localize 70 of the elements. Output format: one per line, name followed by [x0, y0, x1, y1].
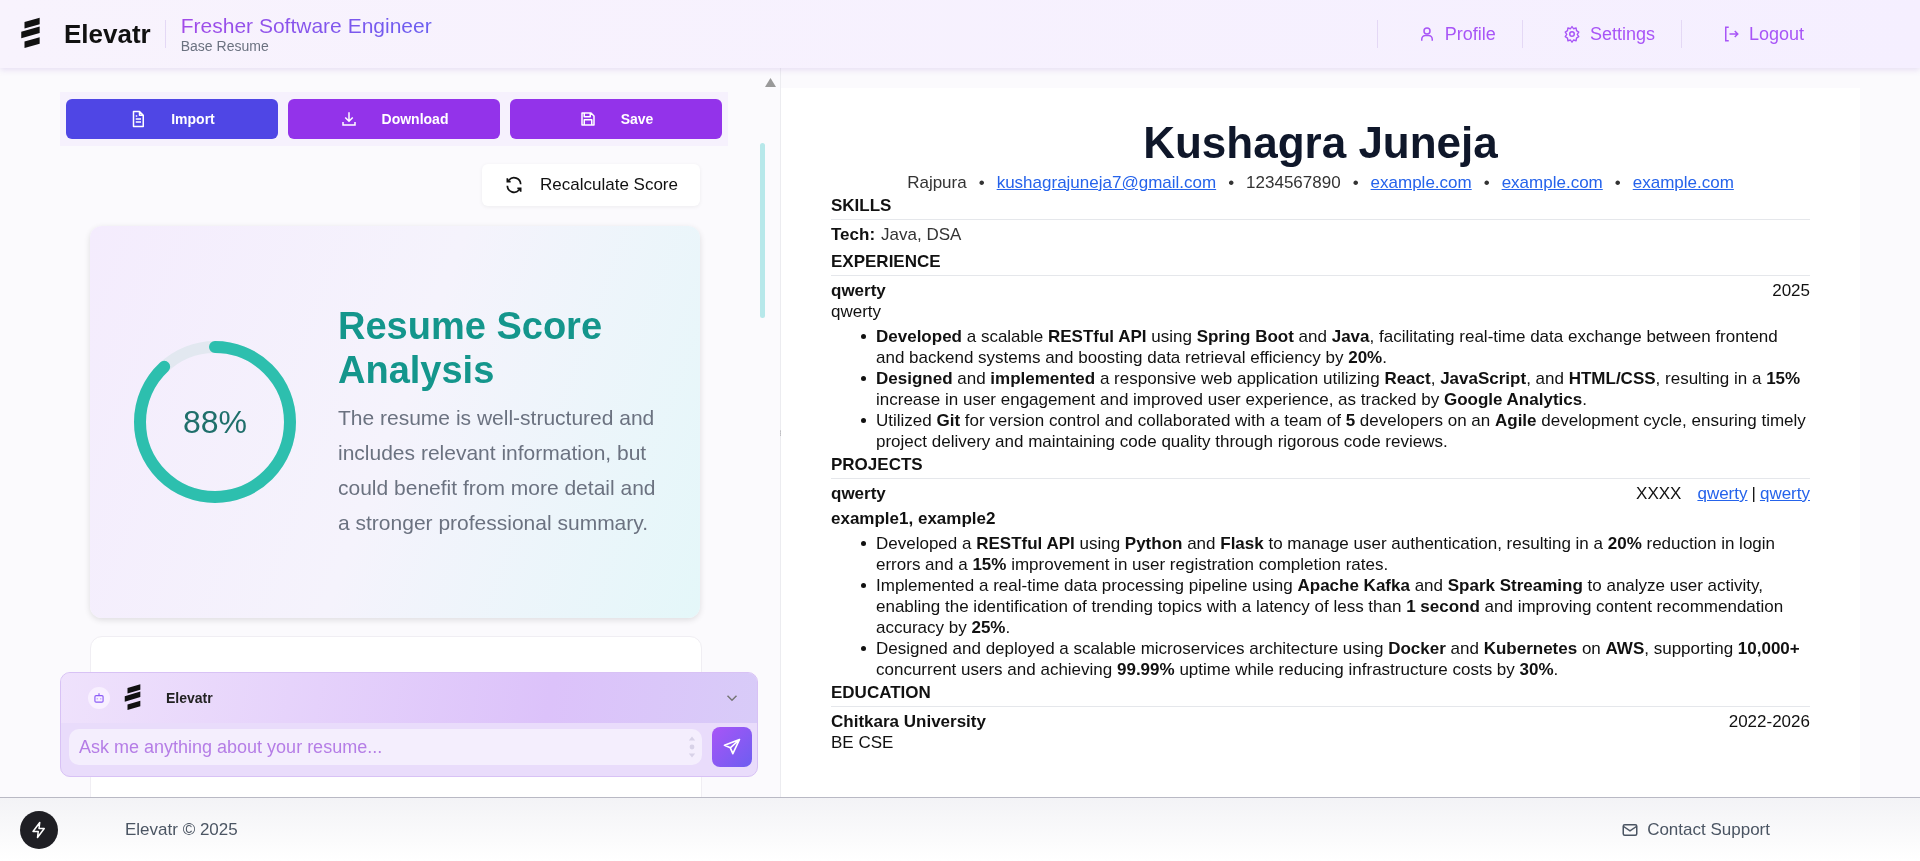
- entry-subtitle: qwerty: [831, 301, 883, 322]
- section-heading: EXPERIENCE: [831, 251, 1810, 276]
- skill-list: Java, DSA: [881, 224, 962, 245]
- contact-support-link[interactable]: Contact Support: [1621, 819, 1770, 840]
- score-value: 88%: [182, 403, 247, 441]
- assistant-name: Elevatr: [166, 690, 214, 706]
- nav-link[interactable]: Settings: [1536, 23, 1681, 45]
- candidate-name: Kushagra Juneja: [1142, 118, 1499, 168]
- contact-link[interactable]: example.com: [1370, 172, 1472, 193]
- separator: •: [1352, 172, 1359, 193]
- score-summary: The resume is well-structured and includes relevant information, but could benefit from more detail and a stronger professional summary.: [338, 405, 657, 536]
- chat-input[interactable]: Ask me anything about your resume...: [69, 729, 702, 765]
- bullet-text: Utilized Git for version control and collaborated with a team of 5 developers on an Agile development cycle, ensuring timely project delivery and maintaining code quality through rigorous code reviews.: [876, 410, 1807, 452]
- bullet-text: Designed and deployed a scalable microservices architecture using Docker and Kubernetes on AWS, supporting 10,000+ concurrent users and achieving 99.99% uptime while reducing infrastructure costs by 30%.: [876, 638, 1801, 680]
- skill-label: Tech:: [831, 224, 876, 245]
- bullet-icon: [861, 376, 866, 381]
- save-icon: [578, 110, 597, 128]
- entry-date: XXXX: [1636, 483, 1682, 504]
- entry-date: 2025: [1772, 280, 1810, 301]
- bullet-text: Developed a scalable RESTful API using Spring Boot and Java, facilitating real-time data exchange between frontend and backend systems and boosting data retrieval efficiency by 20%.: [876, 326, 1779, 368]
- refresh-icon: [504, 175, 525, 195]
- entry-subtitle: example1, example2: [831, 508, 997, 529]
- entry-title: Chitkara University: [831, 711, 986, 732]
- contact-text: Rajpura: [907, 172, 967, 193]
- scroll-arrows-icon: [688, 734, 696, 760]
- save-button[interactable]: Save: [510, 99, 722, 139]
- bullet-text: Designed and implemented a responsive web application utilizing React, JavaScript, and HTML/CSS, resulting in a 15% increase in user engagement and improved user experience, as tracked by Google Analytics.: [876, 368, 1802, 410]
- project-link[interactable]: qwerty: [1697, 483, 1748, 504]
- app-name[interactable]: Elevatr: [64, 18, 151, 50]
- contact-link[interactable]: kushagrajuneja7@gmail.com: [996, 172, 1217, 193]
- bullet-text: Implemented a real-time data processing pipeline using Apache Kafka and Spark Streaming to analyze user activity, enabling the identification of trending topics with a latency of less than 1 second and improving content recommendation accuracy by 25%.: [876, 575, 1785, 638]
- bullet-icon: [861, 583, 866, 588]
- separator: •: [1614, 172, 1621, 193]
- import-button[interactable]: Import: [66, 99, 278, 139]
- download-button[interactable]: Download: [288, 99, 500, 139]
- entry-date: 2022-2026: [1728, 711, 1810, 732]
- settings-icon: [1562, 25, 1581, 43]
- bullet-icon: [861, 418, 866, 423]
- separator: •: [1483, 172, 1490, 193]
- separator: •: [978, 172, 985, 193]
- entry-title: qwerty: [831, 280, 886, 301]
- resume-subtitle: Base Resume: [180, 38, 270, 54]
- contact-text: 1234567890: [1246, 172, 1341, 193]
- bullet-icon: [861, 334, 866, 339]
- project-link[interactable]: qwerty: [1759, 483, 1810, 504]
- entry-subtitle: BE CSE: [831, 732, 895, 753]
- entry-title: qwerty: [831, 483, 886, 504]
- section-heading: EDUCATION: [831, 682, 1810, 707]
- section-heading: PROJECTS: [831, 454, 1810, 479]
- nav-link[interactable]: Profile: [1391, 23, 1522, 45]
- lightning-icon: [30, 820, 48, 839]
- quick-action-button[interactable]: [20, 810, 58, 849]
- scroll-thumb[interactable]: [760, 143, 765, 318]
- bullet-icon: [861, 646, 866, 651]
- bullet-icon: [861, 541, 866, 546]
- separator: •: [1228, 172, 1235, 193]
- bullet-text: Developed a RESTful API using Python and Flask to manage user authentication, resulting in a 20% reduction in login errors and a 15% improvement in user registration completion rates.: [876, 533, 1777, 575]
- copyright-text: Elevatr © 2025: [125, 819, 239, 840]
- nav-link[interactable]: Logout: [1695, 23, 1830, 45]
- contact-link[interactable]: example.com: [1501, 172, 1603, 193]
- send-button[interactable]: [712, 727, 752, 767]
- section-heading: SKILLS: [831, 195, 1810, 220]
- contact-link[interactable]: example.com: [1632, 172, 1734, 193]
- separator: |: [1751, 483, 1756, 504]
- robot-icon: [88, 687, 110, 709]
- score-title: Resume Score Analysis: [338, 304, 603, 392]
- send-icon: [722, 737, 742, 757]
- recalculate-button[interactable]: Recalculate Score: [482, 164, 700, 206]
- download-icon: [339, 110, 358, 128]
- scroll-up-icon[interactable]: [765, 78, 776, 87]
